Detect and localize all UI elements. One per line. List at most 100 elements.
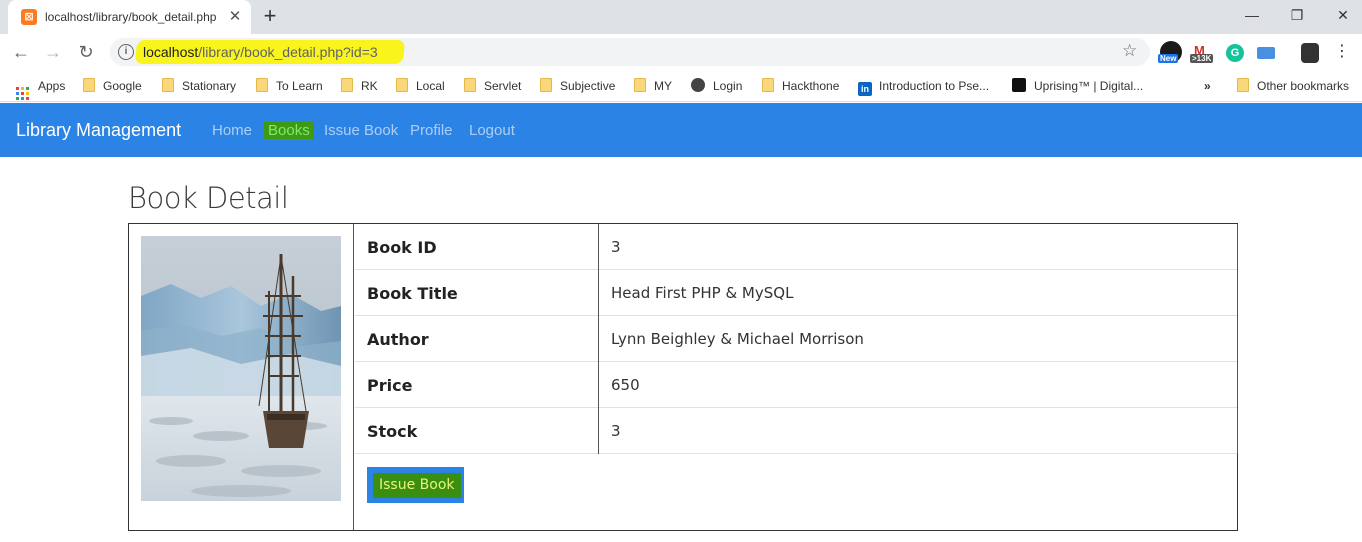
bookmark-star-icon[interactable]: ☆: [1122, 41, 1137, 61]
bookmark-google[interactable]: Google: [83, 77, 142, 95]
bookmark-stationary[interactable]: Stationary: [162, 77, 236, 95]
nav-profile[interactable]: Profile: [410, 122, 453, 139]
issue-book-button[interactable]: Issue Book: [373, 473, 461, 498]
browser-tabstrip: ⊠ localhost/library/book_detail.php ✕ + …: [0, 0, 1362, 34]
folder-icon: [83, 78, 95, 92]
book-title-label: Book Title: [367, 284, 458, 303]
bookmark-other[interactable]: Other bookmarks: [1237, 77, 1349, 95]
url-host: localhost: [143, 44, 199, 60]
row-end-border: [1237, 270, 1238, 316]
nav-issue-book[interactable]: Issue Book: [324, 122, 398, 139]
table-row: Book Title Head First PHP & MySQL: [355, 270, 1238, 316]
book-id-label: Book ID: [367, 238, 437, 257]
bookmarks-bar: Apps Google Stationary To Learn RK Local…: [0, 70, 1362, 102]
url-text[interactable]: localhost/library/book_detail.php?id=3: [143, 44, 378, 60]
close-window-icon[interactable]: ✕: [1329, 4, 1357, 26]
folder-icon: [341, 78, 353, 92]
restore-icon[interactable]: ❐: [1283, 4, 1311, 26]
bookmark-label: To Learn: [276, 79, 323, 93]
bookmark-label: Local: [416, 79, 445, 93]
issue-book-button-wrap: Issue Book: [367, 467, 464, 503]
column-divider: [598, 224, 599, 270]
gmail-extension-icon[interactable]: M >13K: [1190, 41, 1214, 63]
bookmark-label: Servlet: [484, 79, 522, 93]
row-end-border: [1237, 224, 1238, 270]
table-row: Price 650: [355, 362, 1238, 408]
bookmark-local[interactable]: Local: [396, 77, 445, 95]
bookmark-rk[interactable]: RK: [341, 77, 378, 95]
bookmark-label: Google: [103, 79, 142, 93]
bookmark-label: Other bookmarks: [1257, 79, 1350, 93]
author-label: Author: [367, 330, 429, 349]
site-brand[interactable]: Library Management: [16, 120, 181, 141]
apps-grid-icon: [16, 87, 29, 100]
column-divider: [598, 408, 599, 454]
price-value: 650: [611, 376, 640, 394]
folder-icon: [464, 78, 476, 92]
bookmark-label: RK: [361, 79, 378, 93]
folder-icon: [634, 78, 646, 92]
table-row: Book ID 3: [355, 224, 1238, 270]
bookmark-uprising[interactable]: Uprising™ | Digital...: [1012, 77, 1143, 95]
page-title: Book Detail: [128, 181, 289, 215]
bookmarks-overflow-icon[interactable]: »: [1204, 77, 1211, 95]
row-end-border: [1237, 408, 1238, 454]
nav-home[interactable]: Home: [212, 122, 252, 139]
new-tab-icon[interactable]: +: [258, 5, 282, 29]
browser-tab[interactable]: ⊠ localhost/library/book_detail.php ✕: [8, 0, 251, 34]
bookmark-hackthone[interactable]: Hackthone: [762, 77, 839, 95]
bookmark-label: Introduction to Pse...: [879, 79, 990, 93]
extension-new-icon[interactable]: New: [1158, 41, 1182, 63]
table-row: Stock 3: [355, 408, 1238, 454]
grammarly-icon[interactable]: G: [1226, 44, 1244, 62]
extension-badge-count: >13K: [1190, 54, 1214, 63]
bookmark-label: MY: [654, 79, 672, 93]
row-end-border: [1237, 362, 1238, 408]
bookmark-to-learn[interactable]: To Learn: [256, 77, 323, 95]
bookmark-my[interactable]: MY: [634, 77, 672, 95]
forward-icon[interactable]: →: [41, 40, 65, 64]
bookmark-servlet[interactable]: Servlet: [464, 77, 521, 95]
folder-icon: [162, 78, 174, 92]
folder-icon: [540, 78, 552, 92]
book-id-value: 3: [611, 238, 621, 256]
folder-icon: [396, 78, 408, 92]
url-path: /library/book_detail.php?id=3: [198, 44, 378, 60]
globe-icon: [691, 78, 705, 92]
book-info-table: Book ID 3 Book Title Head First PHP & My…: [355, 224, 1238, 503]
info-icon[interactable]: i: [118, 44, 134, 60]
folder-icon: [1237, 78, 1249, 92]
bookmark-label: Login: [713, 79, 743, 93]
bookmark-subjective[interactable]: Subjective: [540, 77, 615, 95]
bookmark-apps[interactable]: Apps: [16, 77, 66, 100]
site-navbar: Library Management Home Books Issue Book…: [0, 103, 1362, 157]
bookmark-label: Uprising™ | Digital...: [1034, 79, 1144, 93]
book-title-value: Head First PHP & MySQL: [611, 284, 794, 302]
xampp-favicon-icon: ⊠: [21, 9, 37, 25]
bookmark-label: Apps: [38, 79, 66, 93]
bookmark-label: Subjective: [560, 79, 616, 93]
menu-kebab-icon[interactable]: ⋮: [1334, 42, 1350, 64]
stock-label: Stock: [367, 422, 418, 441]
author-value: Lynn Beighley & Michael Morrison: [611, 330, 864, 348]
column-divider: [598, 270, 599, 316]
bookmark-login[interactable]: Login: [691, 77, 742, 95]
profile-extension-icon[interactable]: [1301, 43, 1319, 63]
nav-logout[interactable]: Logout: [469, 122, 515, 139]
price-label: Price: [367, 376, 413, 395]
tab-title: localhost/library/book_detail.php: [45, 10, 217, 24]
close-tab-icon[interactable]: ✕: [226, 8, 244, 26]
bookmark-label: Hackthone: [782, 79, 840, 93]
row-end-border: [1237, 316, 1238, 362]
reload-icon[interactable]: ↻: [74, 40, 98, 64]
column-divider: [598, 362, 599, 408]
keyboard-extension-icon[interactable]: [1257, 47, 1275, 59]
cover-cell: [129, 224, 354, 530]
book-cover-image: [141, 236, 341, 501]
address-bar[interactable]: i localhost/library/book_detail.php?id=3…: [110, 38, 1150, 66]
back-icon[interactable]: ←: [9, 40, 33, 64]
minimize-icon[interactable]: —: [1238, 4, 1266, 26]
nav-books[interactable]: Books: [264, 122, 314, 139]
bookmark-introduction[interactable]: in Introduction to Pse...: [858, 77, 990, 96]
table-row: Author Lynn Beighley & Michael Morrison: [355, 316, 1238, 362]
